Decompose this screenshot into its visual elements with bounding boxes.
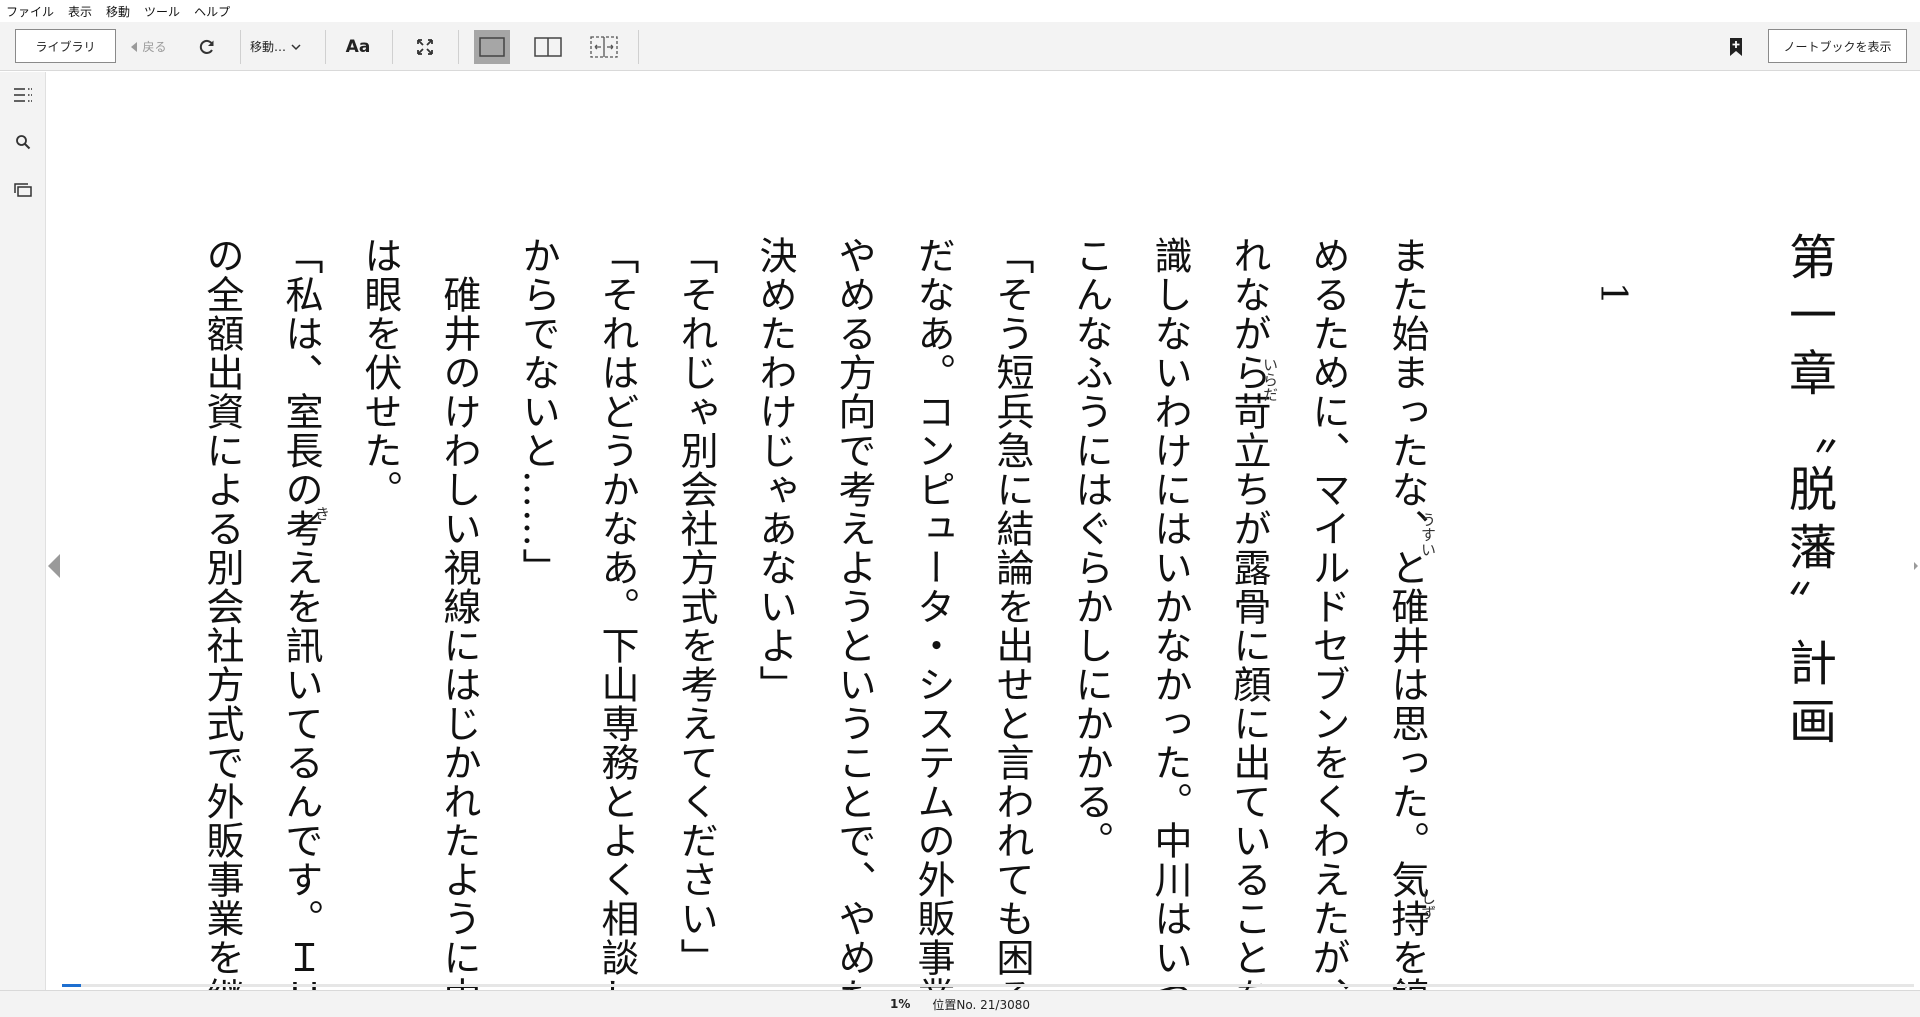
two-page-view-icon bbox=[534, 36, 562, 57]
flashcards-button[interactable] bbox=[12, 179, 34, 201]
fullscreen-icon bbox=[417, 38, 433, 55]
add-bookmark-button[interactable] bbox=[1722, 22, 1750, 71]
toolbar-separator bbox=[458, 30, 459, 64]
menu-go[interactable]: 移動 bbox=[106, 3, 130, 20]
chevron-down-icon bbox=[291, 43, 301, 50]
text-column: れながら苛立ちが露骨に顔に出ていることを意 bbox=[1227, 236, 1271, 1017]
goto-label: 移動… bbox=[250, 40, 287, 54]
scroll-view-button[interactable] bbox=[586, 22, 622, 71]
text-column: の全額出資による別会社方式で外販事業を継続 bbox=[200, 236, 244, 1017]
text-column: 「そう短兵急に結論を出せと言われても困るん bbox=[990, 236, 1034, 1017]
menu-tools[interactable]: ツール bbox=[144, 3, 180, 20]
reading-progress-bar[interactable] bbox=[62, 984, 1914, 987]
section-number: 1 bbox=[1592, 282, 1633, 305]
toc-button[interactable] bbox=[12, 84, 34, 106]
location-indicator: 位置No. 21/3080 bbox=[932, 997, 1030, 1012]
refresh-button[interactable] bbox=[190, 22, 224, 71]
two-page-view-button[interactable] bbox=[530, 22, 566, 71]
toolbar-separator bbox=[325, 30, 326, 64]
single-page-view-icon bbox=[479, 37, 505, 57]
bookmark-add-icon bbox=[1730, 37, 1742, 56]
toc-icon bbox=[14, 88, 32, 102]
chapter-title: 第一章〝脱藩〟計画 bbox=[1780, 232, 1836, 754]
text-column: めるために、マイルドセブンをくわえたが、わ bbox=[1306, 236, 1350, 1017]
percent-read: 1% bbox=[890, 997, 911, 1011]
refresh-icon bbox=[199, 39, 214, 54]
menu-file[interactable]: ファイル bbox=[6, 3, 54, 20]
show-notebook-button[interactable]: ノートブックを表示 bbox=[1768, 29, 1907, 63]
reading-page[interactable]: 第一章〝脱藩〟計画 1 また始まったな、と碓井は思った。気持を鎮 めるために、マ… bbox=[62, 72, 1914, 1017]
text-column: 識しないわけにはいかなかった。中川はいつも bbox=[1148, 236, 1192, 1017]
search-icon bbox=[16, 135, 31, 150]
ruby-annotation: き bbox=[313, 506, 331, 521]
text-column: 決めたわけじゃあないよ」 bbox=[753, 236, 797, 704]
back-label: 戻る bbox=[142, 40, 167, 54]
toolbar: ライブラリ 戻る 移動… Aa ノートブックを表示 bbox=[0, 22, 1920, 71]
menu-bar: ファイル 表示 移動 ツール ヘルプ bbox=[0, 0, 1920, 22]
font-settings-button[interactable]: Aa bbox=[340, 22, 376, 71]
fullscreen-button[interactable] bbox=[408, 22, 442, 71]
menu-help[interactable]: ヘルプ bbox=[194, 3, 230, 20]
prev-page-icon bbox=[48, 554, 60, 578]
flashcards-icon bbox=[14, 183, 32, 197]
single-page-view-button[interactable] bbox=[474, 30, 510, 64]
ruby-annotation: しず bbox=[1419, 890, 1437, 920]
text-column: こんなふうにはぐらかしにかかる。 bbox=[1069, 236, 1113, 860]
goto-dropdown[interactable]: 移動… bbox=[250, 22, 314, 71]
text-column: 「それはどうかなあ。下山専務とよく相談して bbox=[595, 236, 639, 1017]
menu-view[interactable]: 表示 bbox=[68, 3, 92, 20]
scroll-view-icon bbox=[590, 35, 618, 58]
toolbar-separator bbox=[638, 30, 639, 64]
prev-page-button[interactable] bbox=[46, 550, 62, 582]
text-column: は眼を伏せた。 bbox=[358, 236, 402, 509]
text-column: 「それじゃ別会社方式を考えてください」 bbox=[674, 236, 718, 977]
ruby-annotation: うすい bbox=[1419, 512, 1437, 557]
text-column: 碓井のけわしい視線にはじかれたように中川 bbox=[437, 236, 481, 1017]
library-button[interactable]: ライブラリ bbox=[15, 29, 116, 63]
back-arrow-icon bbox=[131, 41, 138, 52]
text-column: からでないと……」 bbox=[516, 236, 560, 587]
toolbar-separator bbox=[240, 30, 241, 64]
text-column: 「私は、室長の考えを訊いてるんです。ＩＨＩ bbox=[279, 236, 323, 1017]
ruby-annotation: いらだ bbox=[1261, 357, 1279, 402]
status-bar: 1% 位置No. 21/3080 bbox=[0, 990, 1920, 1017]
text-column: だなあ。コンピュータ・システムの外販事業を bbox=[911, 236, 955, 1017]
sidebar bbox=[0, 72, 46, 990]
text-column: やめる方向で考えようということで、やめたと bbox=[832, 236, 876, 1017]
toolbar-separator bbox=[392, 30, 393, 64]
reading-progress-fill bbox=[62, 984, 81, 987]
search-button[interactable] bbox=[12, 131, 34, 153]
back-button[interactable]: 戻る bbox=[126, 22, 170, 71]
